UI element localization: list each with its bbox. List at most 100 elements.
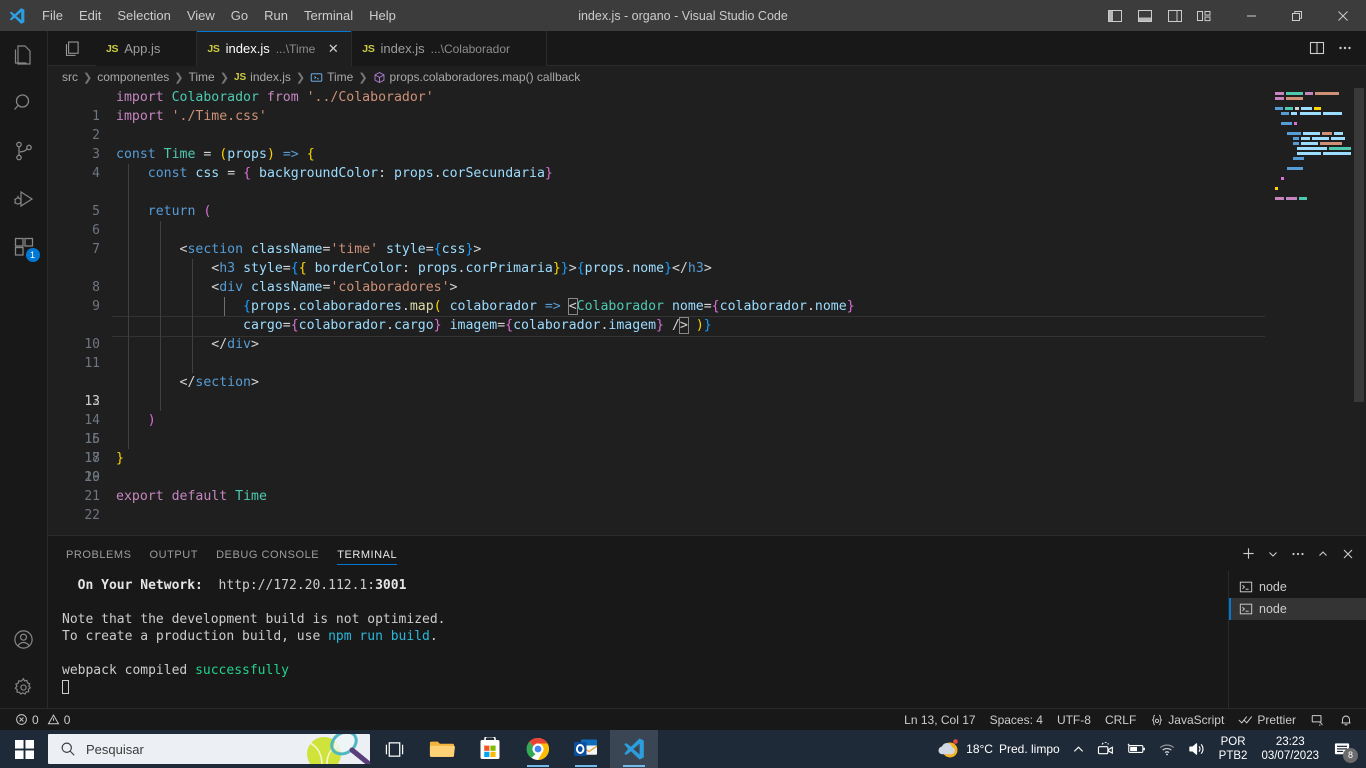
sidebar-item-source-control[interactable] [0, 127, 48, 175]
code-line[interactable]: 11 <div className='colaboradores'> [48, 278, 1273, 371]
visual-studio-code-icon[interactable] [610, 730, 658, 768]
breadcrumb-item-time-folder[interactable]: Time [188, 70, 214, 84]
code-line[interactable]: 18 ) [48, 411, 1273, 466]
code-line[interactable]: 14 </div> [48, 335, 1273, 428]
sidebar-item-explorer[interactable] [0, 31, 48, 79]
menu-run[interactable]: Run [256, 0, 296, 31]
camera-privacy-icon[interactable] [1091, 730, 1120, 768]
volume-icon[interactable] [1182, 730, 1213, 768]
chevron-down-icon[interactable] [1261, 542, 1285, 566]
outlook-icon[interactable] [562, 730, 610, 768]
breadcrumb-item-index-js[interactable]: JS index.js [234, 70, 291, 84]
code-line[interactable]: 16 </section> [48, 373, 1273, 447]
editor-scrollbar[interactable] [1352, 88, 1366, 535]
menu-edit[interactable]: Edit [71, 0, 109, 31]
tab-index-js-time[interactable]: JS index.js ...\Time ✕ [197, 31, 353, 66]
code-line[interactable]: 2 import './Time.css' [48, 107, 1273, 143]
editor-minimap[interactable] [1273, 88, 1352, 535]
task-view-icon[interactable] [370, 730, 418, 768]
search-input[interactable]: Pesquisar [48, 734, 370, 764]
tab-app-js[interactable]: JS App.js ✕ [96, 31, 198, 66]
menu-file[interactable]: File [34, 0, 71, 31]
terminal-instance-node-2[interactable]: node [1229, 598, 1366, 620]
code-line[interactable]: 9 <section className='time' style={css}> [48, 240, 1273, 314]
more-actions-icon[interactable] [1332, 35, 1358, 61]
code-line[interactable]: 4 const Time = (props) => { [48, 145, 1273, 181]
show-hidden-icons-button[interactable] [1066, 730, 1091, 768]
status-editor-position[interactable]: Ln 13, Col 17 [897, 709, 982, 731]
code-line[interactable]: 19 [48, 430, 1273, 485]
status-remote-indicator[interactable] [1303, 709, 1332, 731]
tab-close-icon[interactable]: ✕ [325, 41, 341, 57]
microsoft-store-icon[interactable] [466, 730, 514, 768]
notification-center-button[interactable]: 8 [1327, 730, 1362, 768]
google-chrome-icon[interactable] [514, 730, 562, 768]
battery-icon[interactable] [1120, 730, 1152, 768]
sidebar-item-run-and-debug[interactable] [0, 175, 48, 223]
code-line[interactable]: 15 [48, 354, 1273, 447]
menu-terminal[interactable]: Terminal [296, 0, 361, 31]
new-terminal-icon[interactable] [1236, 542, 1260, 566]
customize-layout-icon[interactable] [1190, 0, 1220, 31]
code-line[interactable]: 8 [48, 221, 1273, 295]
accounts-icon[interactable] [0, 615, 48, 663]
code-line-current[interactable]: 13 cargo={colaborador.cargo} imagem={col… [48, 316, 1273, 409]
maximize-panel-icon[interactable] [1311, 542, 1335, 566]
status-language-mode[interactable]: JavaScript [1143, 709, 1231, 731]
menu-help[interactable]: Help [361, 0, 404, 31]
code-line[interactable]: 12 {props.colaboradores.map( colaborador… [48, 297, 1273, 409]
gear-icon[interactable] [0, 663, 48, 711]
tab-index-js-colaborador[interactable]: JS index.js ...\Colaborador ✕ [352, 31, 547, 66]
close-panel-icon[interactable] [1336, 542, 1360, 566]
window-close-button[interactable] [1320, 0, 1366, 31]
toggle-primary-sidebar-icon[interactable] [1100, 0, 1130, 31]
code-line[interactable]: 6 [48, 183, 1273, 238]
breadcrumb-item-callback[interactable]: props.colaboradores.map() callback [373, 70, 580, 84]
start-button[interactable] [0, 730, 48, 768]
code-line[interactable]: 5 const css = { backgroundColor: props.c… [48, 164, 1273, 219]
sidebar-item-search[interactable] [0, 79, 48, 127]
terminal-instance-node-1[interactable]: node [1229, 576, 1366, 598]
terminal-output[interactable]: On Your Network: http://172.20.112.1:300… [48, 571, 1228, 708]
tab-output[interactable]: OUTPUT [150, 536, 199, 571]
weather-widget[interactable]: 18°C Pred. limpo [930, 730, 1066, 768]
tab-terminal[interactable]: TERMINAL [337, 536, 398, 571]
split-editor-icon[interactable] [1304, 35, 1330, 61]
status-indentation[interactable]: Spaces: 4 [983, 709, 1050, 731]
breadcrumb-item-time-symbol[interactable]: Time [310, 70, 353, 84]
wifi-icon[interactable] [1152, 730, 1182, 768]
editor-scrollbar-thumb[interactable] [1354, 88, 1364, 402]
sidebar-item-extensions[interactable]: 1 [0, 223, 48, 271]
code-line[interactable]: 22 export default Time [48, 487, 1273, 523]
code-line[interactable]: 3 [48, 126, 1273, 162]
window-restore-button[interactable] [1274, 0, 1320, 31]
toggle-panel-icon[interactable] [1130, 0, 1160, 31]
file-explorer-icon[interactable] [418, 730, 466, 768]
breadcrumb-item-src[interactable]: src [62, 70, 78, 84]
breadcrumb-item-componentes[interactable]: componentes [97, 70, 169, 84]
more-actions-icon[interactable] [1286, 542, 1310, 566]
code-line[interactable]: 20 } [48, 449, 1273, 485]
status-eol[interactable]: CRLF [1098, 709, 1143, 731]
code-lines[interactable]: 1 import Colaborador from '../Colaborado… [48, 88, 1273, 535]
code-line[interactable]: 10 <h3 style={{ borderColor: props.corPr… [48, 259, 1273, 352]
window-minimize-button[interactable] [1228, 0, 1274, 31]
code-line[interactable]: 1 import Colaborador from '../Colaborado… [48, 88, 1273, 124]
code-editor[interactable]: 1 import Colaborador from '../Colaborado… [48, 88, 1366, 535]
tab-debug-console[interactable]: DEBUG CONSOLE [216, 536, 319, 571]
status-problems[interactable]: 0 0 [8, 709, 77, 731]
clock[interactable]: 23:23 03/07/2023 [1253, 735, 1327, 763]
menu-view[interactable]: View [179, 0, 223, 31]
status-notifications[interactable] [1332, 709, 1360, 731]
menu-go[interactable]: Go [223, 0, 256, 31]
toggle-secondary-sidebar-icon[interactable] [1160, 0, 1190, 31]
code-line[interactable]: 17 [48, 392, 1273, 466]
code-line[interactable]: 21 [48, 468, 1273, 504]
language-indicator[interactable]: POR PTB2 [1213, 735, 1254, 763]
status-prettier[interactable]: Prettier [1231, 709, 1303, 731]
menu-selection[interactable]: Selection [109, 0, 178, 31]
open-editors-icon[interactable] [48, 31, 96, 65]
code-line[interactable]: 7 return ( [48, 202, 1273, 257]
tab-problems[interactable]: PROBLEMS [66, 536, 132, 571]
status-encoding[interactable]: UTF-8 [1050, 709, 1098, 731]
